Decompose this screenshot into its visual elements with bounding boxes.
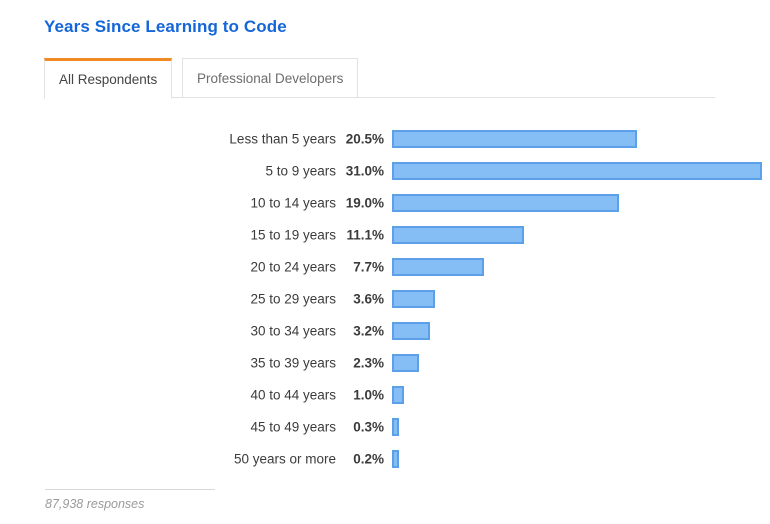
chart-row: 30 to 34 years 3.2% <box>0 315 770 347</box>
value-label: 3.6% <box>353 291 384 307</box>
response-count: 87,938 responses <box>45 497 145 511</box>
value-label: 3.2% <box>353 323 384 339</box>
bar-track <box>392 258 762 276</box>
chart-title: Years Since Learning to Code <box>44 17 287 36</box>
bar-chart: Less than 5 years 20.5% 5 to 9 years 31.0% 1… <box>0 123 770 475</box>
chart-row: 45 to 49 years 0.3% <box>0 411 770 443</box>
chart-row: Less than 5 years 20.5% <box>0 123 770 155</box>
tab-all-respondents[interactable]: All Respondents <box>44 58 173 99</box>
category-label: 40 to 44 years <box>250 387 336 403</box>
chart-row: 35 to 39 years 2.3% <box>0 347 770 379</box>
chart-row: 25 to 29 years 3.6% <box>0 283 770 315</box>
category-label: Less than 5 years <box>229 131 336 147</box>
category-label: 50 years or more <box>233 451 336 467</box>
chart-row: 20 to 24 years 7.7% <box>0 251 770 283</box>
bar-track <box>392 322 762 340</box>
value-label: 2.3% <box>353 355 384 371</box>
footer-divider <box>45 489 215 490</box>
bar[interactable] <box>392 450 399 468</box>
bar-track <box>392 354 762 372</box>
category-label: 5 to 9 years <box>265 163 336 179</box>
tab-all-respondents-label: All Respondents <box>59 72 158 87</box>
value-label: 0.3% <box>353 419 384 435</box>
bar-track <box>392 290 762 308</box>
tab-strip: All Respondents Professional Developers <box>44 58 715 99</box>
bar-track <box>392 418 762 436</box>
category-label: 25 to 29 years <box>250 291 336 307</box>
bar[interactable] <box>392 290 435 308</box>
tab-professional-developers[interactable]: Professional Developers <box>182 58 359 98</box>
category-label: 20 to 24 years <box>250 259 336 275</box>
category-label: 45 to 49 years <box>250 419 336 435</box>
bar[interactable] <box>392 354 420 372</box>
chart-row: 15 to 19 years 11.1% <box>0 219 770 251</box>
value-label: 1.0% <box>353 387 384 403</box>
bar-track <box>392 194 762 212</box>
chart-row: 50 years or more 0.2% <box>0 443 770 475</box>
value-label: 31.0% <box>345 163 384 179</box>
bar[interactable] <box>392 194 619 212</box>
category-label: 15 to 19 years <box>250 227 336 243</box>
bar-track <box>392 226 762 244</box>
bar[interactable] <box>392 162 762 180</box>
bar[interactable] <box>392 130 637 148</box>
tab-professional-developers-label: Professional Developers <box>197 70 344 86</box>
value-label: 7.7% <box>353 259 384 275</box>
bar[interactable] <box>392 418 399 436</box>
value-label: 20.5% <box>345 131 384 147</box>
value-label: 19.0% <box>345 195 384 211</box>
category-label: 30 to 34 years <box>250 323 336 339</box>
chart-row: 5 to 9 years 31.0% <box>0 155 770 187</box>
chart-row: 10 to 14 years 19.0% <box>0 187 770 219</box>
value-label: 0.2% <box>353 451 384 467</box>
bar[interactable] <box>392 226 525 244</box>
category-label: 35 to 39 years <box>250 355 336 371</box>
bar-track <box>392 450 762 468</box>
bar-track <box>392 130 762 148</box>
chart-row: 40 to 44 years 1.0% <box>0 379 770 411</box>
bar-track <box>392 162 762 180</box>
bar-track <box>392 386 762 404</box>
bar[interactable] <box>392 258 484 276</box>
bar[interactable] <box>392 322 431 340</box>
bar[interactable] <box>392 386 404 404</box>
value-label: 11.1% <box>346 227 384 243</box>
category-label: 10 to 14 years <box>250 195 336 211</box>
